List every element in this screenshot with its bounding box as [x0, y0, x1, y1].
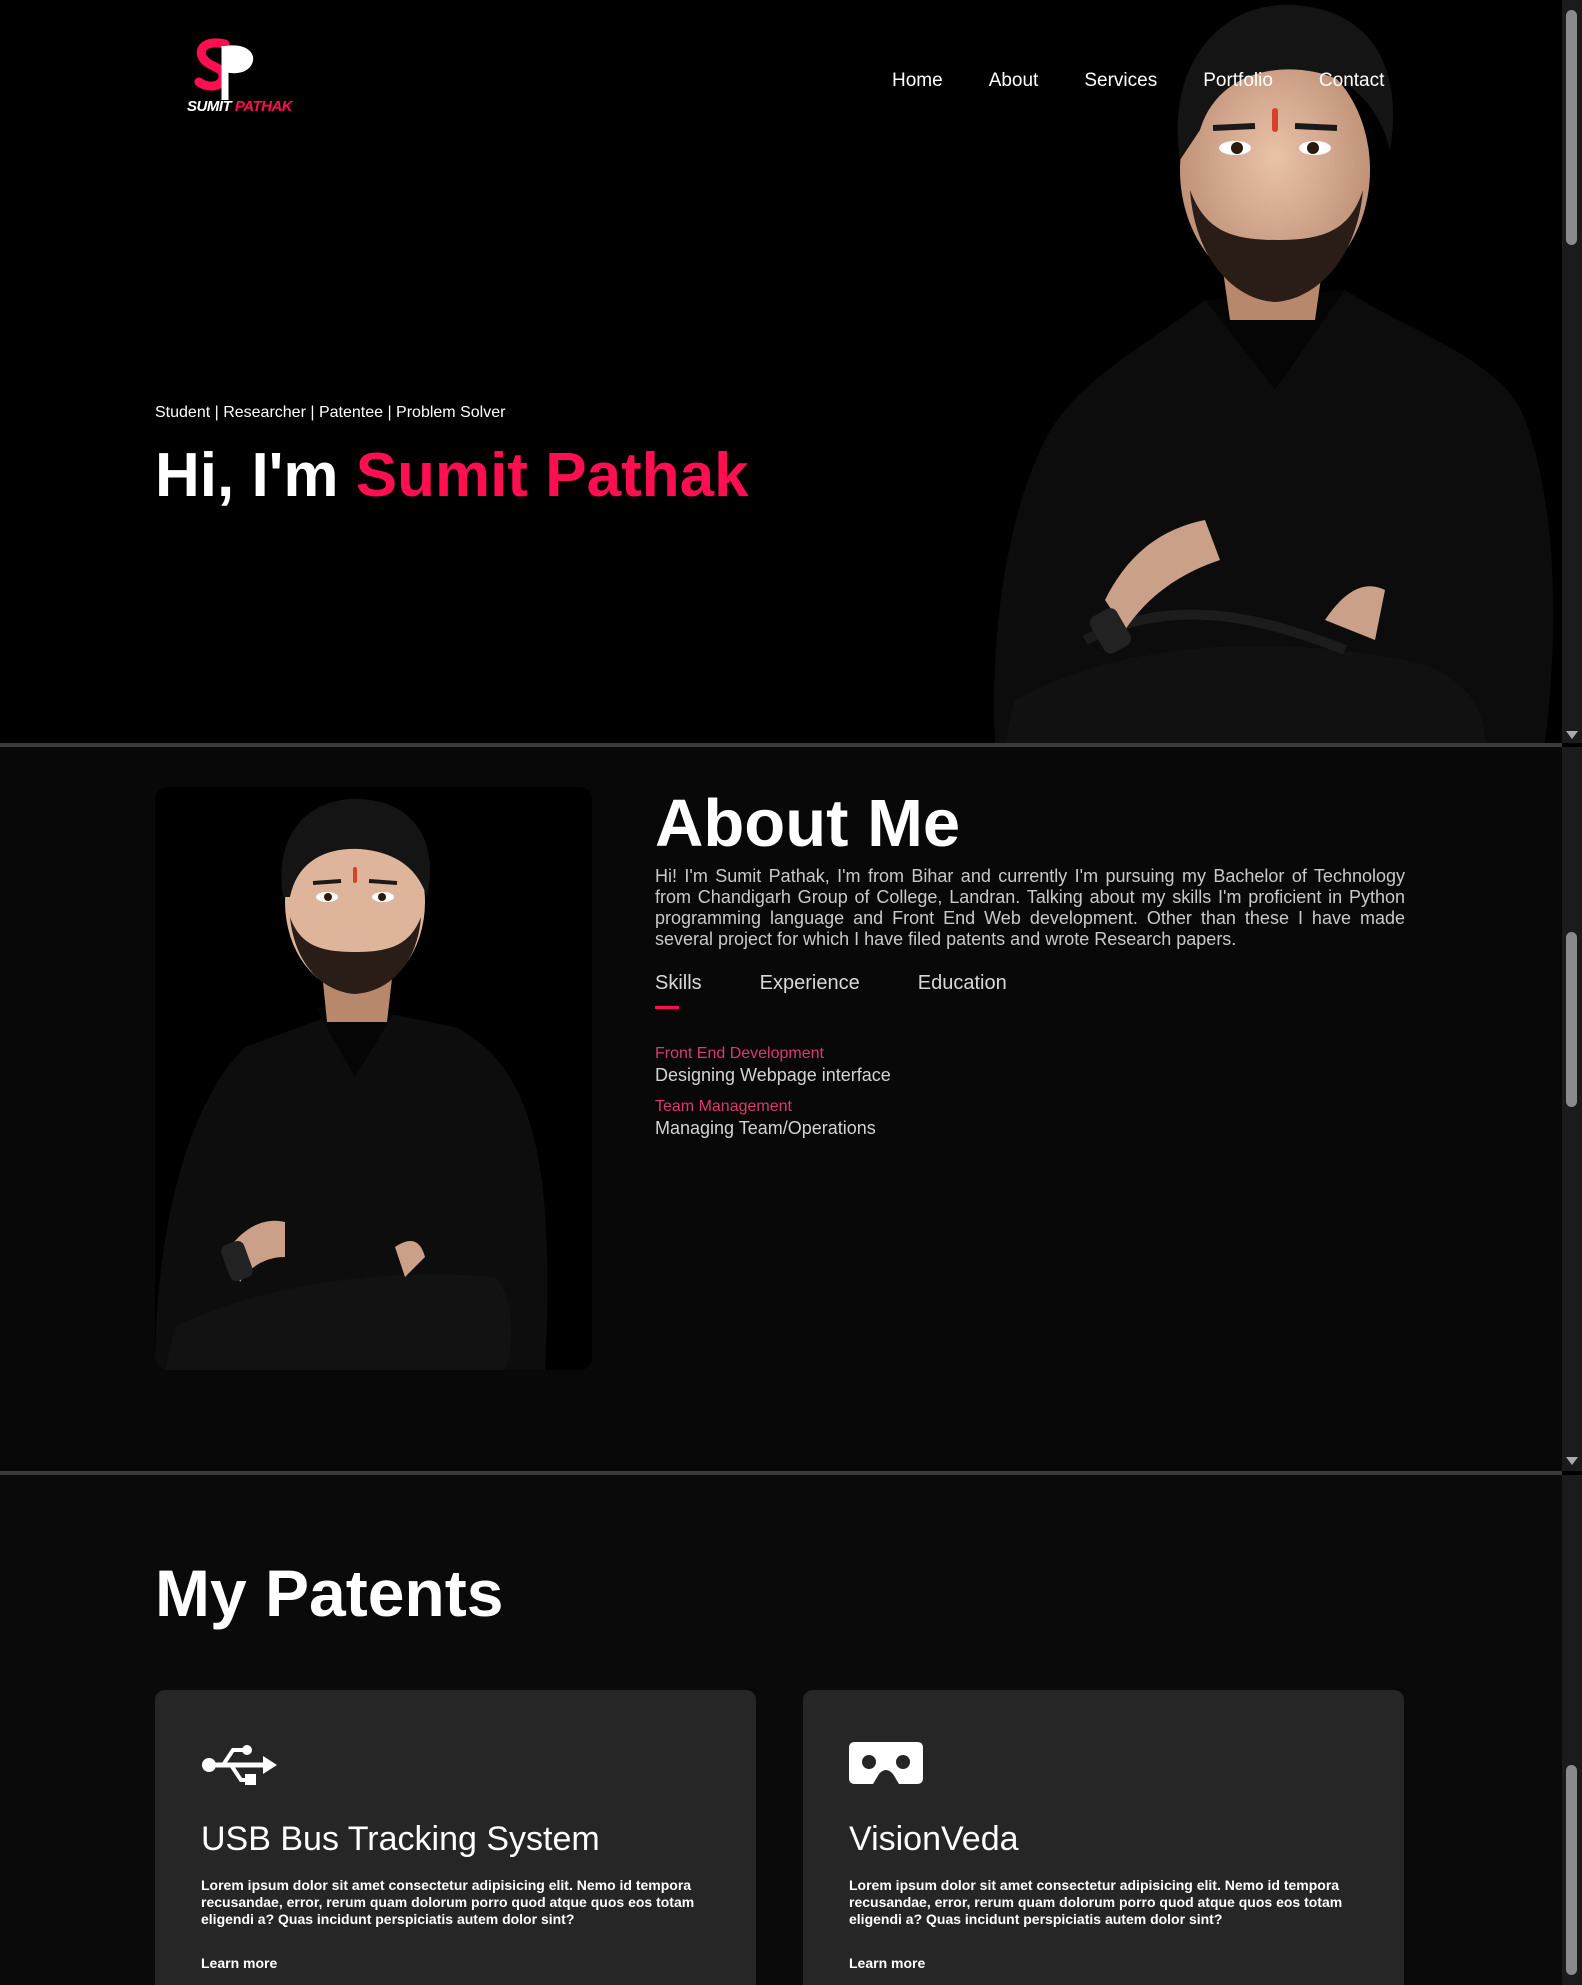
tab-skills[interactable]: Skills — [655, 972, 702, 1009]
nav-home-link[interactable]: Home — [892, 70, 943, 92]
nav-about-link[interactable]: About — [989, 70, 1039, 92]
hero-greeting: Hi, I'm — [155, 441, 356, 510]
skill-name: Team Management — [655, 1098, 792, 1115]
patents-scrollbar-thumb[interactable] — [1566, 1765, 1577, 1975]
usb-icon — [202, 1745, 277, 1785]
skill-item: Team Management Managing Team/Operations — [655, 1098, 876, 1139]
hero-scrollbar-thumb[interactable] — [1566, 10, 1577, 245]
skill-name: Front End Development — [655, 1045, 824, 1062]
patent-card-text: Lorem ipsum dolor sit amet consectetur a… — [201, 1877, 695, 1927]
skill-item: Front End Development Designing Webpage … — [655, 1045, 891, 1086]
hero-title: Hi, I'm Sumit Pathak — [155, 440, 749, 511]
tab-education[interactable]: Education — [918, 972, 1007, 995]
hero-portrait-image — [994, 4, 1554, 743]
about-scrollbar[interactable] — [1562, 747, 1582, 1471]
about-section: About Me Hi! I'm Sumit Pathak, I'm from … — [0, 747, 1562, 1471]
about-tabs: Skills Experience Education — [655, 972, 1065, 1009]
scroll-down-arrow-icon[interactable] — [1566, 1457, 1578, 1465]
patents-section: My Patents USB Bus Tracking System Lorem… — [0, 1475, 1562, 1985]
hero-tagline: Student | Researcher | Patentee | Proble… — [155, 404, 506, 421]
skill-description: Designing Webpage interface — [655, 1065, 891, 1085]
nav-contact-link[interactable]: Contact — [1319, 70, 1384, 92]
nav-services-link[interactable]: Services — [1084, 70, 1157, 92]
brand-wordmark: SUMIT PATHAK — [187, 98, 293, 115]
hero-section: SUMIT PATHAK Home About Services Portfol… — [0, 0, 1562, 743]
patent-card: USB Bus Tracking System Lorem ipsum dolo… — [155, 1690, 756, 1985]
tab-experience[interactable]: Experience — [760, 972, 860, 995]
about-photo-frame — [155, 787, 592, 1370]
brand-last-name: PATHAK — [234, 98, 293, 115]
about-title: About Me — [655, 786, 961, 861]
patent-card-title: USB Bus Tracking System — [201, 1820, 600, 1858]
about-description: Hi! I'm Sumit Pathak, I'm from Bihar and… — [655, 866, 1405, 949]
hero-name: Sumit Pathak — [355, 441, 749, 510]
scroll-down-arrow-icon[interactable] — [1566, 731, 1578, 739]
learn-more-link[interactable]: Learn more — [201, 1955, 277, 1971]
about-portrait-image — [155, 798, 548, 1370]
nav-portfolio-link[interactable]: Portfolio — [1203, 70, 1273, 92]
patent-card: VisionVeda Lorem ipsum dolor sit amet co… — [803, 1690, 1404, 1985]
vr-headset-icon — [849, 1742, 923, 1784]
skill-description: Managing Team/Operations — [655, 1118, 876, 1138]
patents-title: My Patents — [155, 1556, 504, 1630]
patent-card-text: Lorem ipsum dolor sit amet consectetur a… — [849, 1877, 1343, 1927]
patent-card-title: VisionVeda — [849, 1820, 1019, 1858]
hero-scrollbar[interactable] — [1562, 0, 1582, 743]
learn-more-link[interactable]: Learn more — [849, 1955, 925, 1971]
patents-scrollbar[interactable] — [1562, 1475, 1582, 1985]
main-nav: Home About Services Portfolio Contact — [892, 70, 1430, 92]
about-scrollbar-thumb[interactable] — [1566, 932, 1577, 1107]
brand-first-name: SUMIT — [187, 98, 232, 115]
